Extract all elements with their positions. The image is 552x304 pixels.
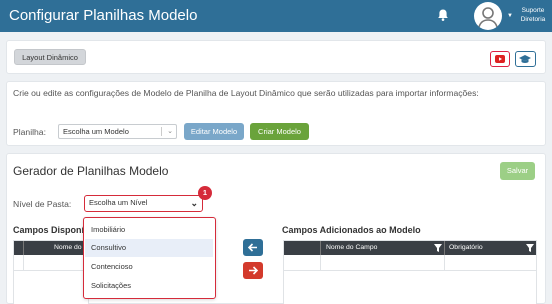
move-right-button[interactable] [243,262,263,279]
nivel-select[interactable]: Escolha um Nível ⌄ [84,195,203,212]
available-fields-table: Nome do Campo [13,240,105,304]
create-model-button[interactable]: Criar Modelo [250,123,309,140]
table-row[interactable] [284,255,536,271]
config-panel: Crie ou edite as configurações de Modelo… [6,81,546,146]
dropdown-option-consultivo[interactable]: Consultivo [85,239,213,257]
save-button[interactable]: Salvar [500,162,535,180]
nivel-dropdown-menu: Imobiliário Consultivo Contencioso Solic… [83,217,216,299]
user-name[interactable]: Suporte Diretoria [515,6,551,24]
nivel-select-value: Escolha um Nível [89,198,148,207]
youtube-icon [495,55,505,63]
table-header: Nome do Campo Obrigatório [284,241,536,255]
edit-model-button[interactable]: Editar Modelo [184,123,244,140]
planilha-select-value: Escolha um Modelo [63,127,129,136]
arrow-left-icon [248,243,257,252]
added-fields-title: Campos Adicionados ao Modelo [282,225,421,235]
planilha-label: Planilha: [13,127,46,137]
chevron-down-icon[interactable]: ▼ [507,13,513,19]
move-left-button[interactable] [243,239,263,256]
description-text: Crie ou edite as configurações de Modelo… [13,88,479,98]
filter-icon[interactable] [434,244,442,252]
filter-icon[interactable] [526,244,534,252]
dropdown-option-solicitacoes[interactable]: Solicitações [85,277,213,295]
top-bar: Configurar Planilhas Modelo ▼ Suporte Di… [0,0,552,32]
user-icon [478,7,498,28]
tutorial-button[interactable] [515,51,536,67]
layout-dinamico-button[interactable]: Layout Dinâmico [14,49,86,65]
added-fields-table: Nome do Campo Obrigatório [283,240,537,304]
avatar[interactable] [474,2,502,30]
arrow-right-icon [249,266,258,275]
nivel-label: Nível de Pasta: [13,199,72,209]
planilha-select[interactable]: Escolha um Modelo ⌄ [58,124,177,139]
chevron-down-icon: ⌄ [190,198,198,208]
step-badge: 1 [198,186,212,200]
generator-title: Gerador de Planilhas Modelo [13,164,169,178]
graduation-cap-icon [519,55,531,63]
column-header[interactable]: Obrigatório [449,241,483,255]
youtube-button[interactable] [490,51,510,67]
page-title: Configurar Planilhas Modelo [9,7,198,24]
table-row[interactable] [14,255,88,271]
dropdown-option-imobiliario[interactable]: Imobiliário [85,221,213,239]
toolbar-panel: Layout Dinâmico [6,40,546,74]
bell-icon[interactable] [436,8,450,22]
available-fields-title: Campos Disponíveis [13,225,87,235]
column-header[interactable]: Nome do Campo [326,241,377,255]
table-header: Nome do Campo [14,241,105,255]
dropdown-option-contencioso[interactable]: Contencioso [85,258,213,276]
chevron-down-icon: ⌄ [167,128,173,135]
